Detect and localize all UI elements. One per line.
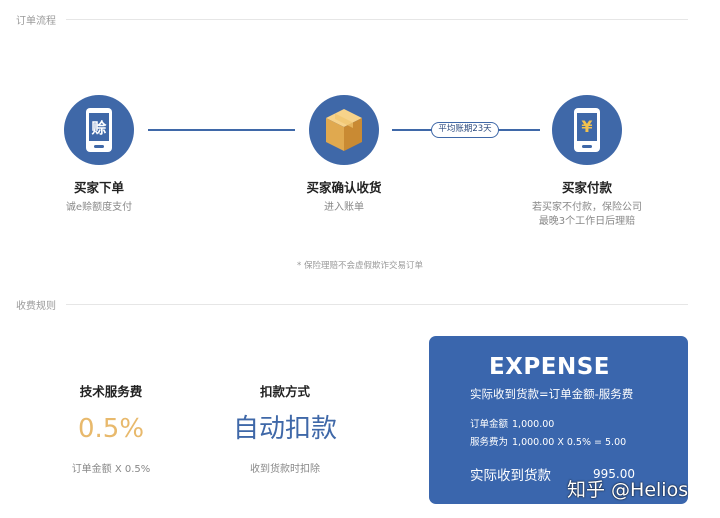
fee-note: 收到货款时扣除 [250, 464, 320, 475]
service-fee-rate: 0.5% [77, 414, 145, 444]
service-fee-row: 服务费为 1,000.00 X 0.5% = 5.00 [470, 434, 626, 448]
package-box-icon [309, 95, 379, 165]
divider [66, 19, 688, 20]
fee-note: 订单金额 X 0.5% [71, 464, 151, 475]
svg-text:¥: ¥ [581, 117, 592, 136]
step-confirm-receipt: 买家确认收货 进入账单 [254, 95, 434, 215]
net-received-label: 实际收到货款 [470, 468, 551, 484]
step-label: 买家付款 [561, 180, 612, 195]
insurance-footnote: * 保险理赔不会虚假欺诈交易订单 [297, 261, 423, 271]
service-fee-value: 1,000.00 X 0.5% = 5.00 [512, 437, 627, 448]
deduction-method-block: 扣款方式 自动扣款 收到货款时扣除 [205, 381, 365, 475]
expense-title: EXPENSE [488, 354, 611, 380]
phone-icon: 赊 [64, 95, 134, 165]
service-fee-block: 技术服务费 0.5% 订单金额 X 0.5% [31, 381, 191, 475]
fee-heading: 技术服务费 [79, 384, 143, 399]
step-description: 若买家不付款，保险公司 最晚3个工作日后理赔 [497, 201, 677, 229]
step-label: 买家确认收货 [306, 180, 382, 195]
section-title: 收费规则 [16, 301, 56, 312]
step-buyer-order: 赊 买家下单 诚e赊额度支付 [9, 95, 189, 215]
step-description-line: 若买家不付款，保险公司 [532, 202, 642, 213]
step-description: 诚e赊额度支付 [65, 202, 133, 213]
step-description: 进入账单 [324, 202, 364, 213]
zhihu-watermark: 知乎 @Helios [567, 479, 689, 501]
expense-formula: 实际收到货款=订单金额-服务费 [470, 387, 634, 401]
step-label: 买家下单 [73, 180, 124, 195]
divider [66, 304, 688, 305]
payment-period-badge: 平均账期23天 [431, 122, 499, 138]
fee-heading: 扣款方式 [259, 384, 310, 399]
svg-text:赊: 赊 [91, 119, 106, 137]
order-amount-value: 1,000.00 [512, 419, 555, 430]
order-amount-label: 订单金额 [470, 419, 509, 430]
section-header-fee-rules: 收费规则 [16, 297, 688, 312]
step-description-line: 最晚3个工作日后理赔 [538, 216, 636, 227]
order-amount-row: 订单金额 1,000.00 [470, 416, 554, 430]
service-fee-label: 服务费为 [470, 437, 509, 448]
step-buyer-pays: ¥ 买家付款 若买家不付款，保险公司 最晚3个工作日后理赔 [497, 95, 677, 229]
section-title: 订单流程 [16, 16, 56, 27]
section-header-order-flow: 订单流程 [16, 12, 688, 27]
phone-yen-icon: ¥ [552, 95, 622, 165]
deduction-method-value: 自动扣款 [232, 414, 337, 444]
